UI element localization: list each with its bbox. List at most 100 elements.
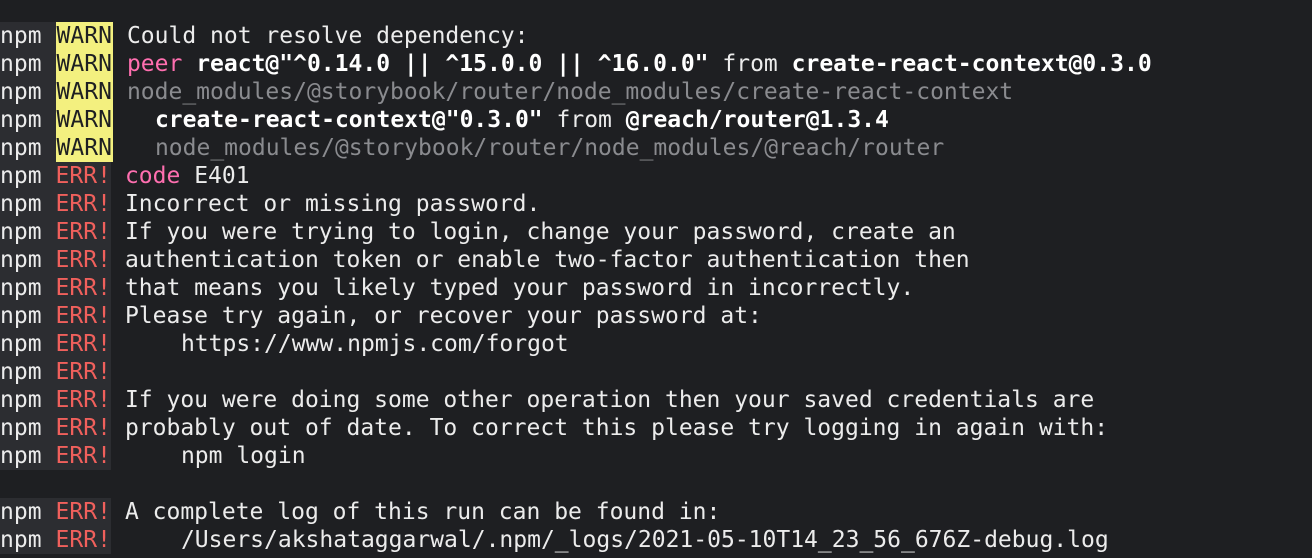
err-line: npm ERR! https://www.npmjs.com/forgot xyxy=(0,330,1312,358)
err-tag: ERR! xyxy=(55,219,111,245)
line-prefix: npm ERR! xyxy=(0,162,111,190)
log-path-line: /Users/akshataggarwal/.npm/_logs/2021-05… xyxy=(111,526,1109,554)
warn-line: npm WARN node_modules/@storybook/router/no… xyxy=(0,78,1312,106)
warn-line: npm WARN Could not resolve dependency: xyxy=(0,22,1312,50)
err-line: npm ERR! Please try again, or recover your… xyxy=(0,302,1312,330)
dependent-package: create-react-context@0.3.0 xyxy=(791,51,1152,77)
line-prefix: npm WARN xyxy=(0,78,113,106)
npm-label: npm xyxy=(0,51,42,77)
npm-label: npm xyxy=(0,23,42,49)
err-message: that means you likely typed your passwor… xyxy=(124,275,915,301)
err-tag: ERR! xyxy=(55,415,111,441)
line-prefix: npm ERR! xyxy=(0,218,111,246)
err-line: npm ERR! A complete log of this run can be… xyxy=(0,498,1312,526)
npm-label: npm xyxy=(0,527,42,553)
err-message: probably out of date. To correct this pl… xyxy=(124,415,1109,441)
module-path: node_modules/@storybook/router/node_modu… xyxy=(154,135,945,161)
dependent-package: @reach/router@1.3.4 xyxy=(625,107,889,133)
module-path-line: node_modules/@storybook/router/node_modu… xyxy=(113,134,944,162)
from-text: from xyxy=(708,51,792,77)
err-tag: ERR! xyxy=(55,247,111,273)
warn-tag: WARN xyxy=(55,22,113,50)
err-tag: ERR! xyxy=(55,303,111,329)
code-label: code xyxy=(124,163,181,189)
forgot-url-line: https://www.npmjs.com/forgot xyxy=(111,330,569,358)
warn-line: npm WARN peer react@"^0.14.0 || ^15.0.0 ||… xyxy=(0,50,1312,78)
npm-label: npm xyxy=(0,415,42,441)
npm-label: npm xyxy=(0,135,42,161)
npm-label: npm xyxy=(0,499,42,525)
line-prefix: npm WARN xyxy=(0,22,113,50)
err-line: npm ERR! code E401 xyxy=(0,162,1312,190)
line-prefix: npm WARN xyxy=(0,50,113,78)
dependency-package: create-react-context@"0.3.0" xyxy=(154,107,543,133)
login-cmd-line: npm login xyxy=(111,442,306,470)
warn-message: Could not resolve dependency: xyxy=(126,23,529,49)
log-message: A complete log of this run can be found … xyxy=(124,499,721,525)
peer-package: react@"^0.14.0 || ^15.0.0 || ^16.0.0" xyxy=(196,51,709,77)
npm-label: npm xyxy=(0,303,42,329)
forgot-password-url: https://www.npmjs.com/forgot xyxy=(180,331,569,357)
debug-log-path: /Users/akshataggarwal/.npm/_logs/2021-05… xyxy=(180,527,1109,553)
err-line: npm ERR! xyxy=(0,358,1312,386)
err-tag: ERR! xyxy=(55,163,111,189)
err-message: If you were trying to login, change your… xyxy=(124,219,956,245)
line-prefix: npm ERR! xyxy=(0,358,111,386)
line-prefix: npm ERR! xyxy=(0,190,111,218)
err-line: npm ERR! Incorrect or missing password. xyxy=(0,190,1312,218)
err-message: If you were doing some other operation t… xyxy=(124,387,1095,413)
err-line: npm ERR! npm login xyxy=(0,442,1312,470)
npm-label: npm xyxy=(0,191,42,217)
err-code-line: code E401 xyxy=(111,162,250,190)
line-prefix: npm ERR! xyxy=(0,246,111,274)
err-tag: ERR! xyxy=(55,331,111,357)
err-line: npm ERR! authentication token or enable tw… xyxy=(0,246,1312,274)
error-code: E401 xyxy=(194,163,250,189)
line-prefix: npm WARN xyxy=(0,106,113,134)
err-line: npm ERR! that means you likely typed your … xyxy=(0,274,1312,302)
npm-label: npm xyxy=(0,247,42,273)
warn-tag: WARN xyxy=(55,78,113,106)
warn-tag: WARN xyxy=(55,50,113,78)
npm-label: npm xyxy=(0,275,42,301)
err-message: Please try again, or recover your passwo… xyxy=(124,303,762,329)
from-text: from xyxy=(542,107,626,133)
line-prefix: npm WARN xyxy=(0,134,113,162)
err-line: npm ERR! probably out of date. To correct … xyxy=(0,414,1312,442)
npm-label: npm xyxy=(0,359,42,385)
line-prefix: npm ERR! xyxy=(0,330,111,358)
warn-dep-line: create-react-context@"0.3.0" from @reach… xyxy=(113,106,889,134)
line-prefix: npm ERR! xyxy=(0,526,111,554)
npm-label: npm xyxy=(0,387,42,413)
npm-label: npm xyxy=(0,443,42,469)
err-tag: ERR! xyxy=(55,387,111,413)
warn-line: npm WARN create-react-context@"0.3.0" from… xyxy=(0,106,1312,134)
warn-tag: WARN xyxy=(55,134,113,162)
npm-label: npm xyxy=(0,219,42,245)
line-prefix: npm ERR! xyxy=(0,274,111,302)
warn-peer-line: peer react@"^0.14.0 || ^15.0.0 || ^16.0.… xyxy=(113,50,1152,78)
line-prefix: npm ERR! xyxy=(0,302,111,330)
err-line: npm ERR! /Users/akshataggarwal/.npm/_logs/… xyxy=(0,526,1312,554)
err-tag: ERR! xyxy=(55,275,111,301)
line-prefix: npm ERR! xyxy=(0,498,111,526)
err-tag: ERR! xyxy=(55,527,111,553)
err-line: npm ERR! If you were doing some other oper… xyxy=(0,386,1312,414)
npm-label: npm xyxy=(0,79,42,105)
module-path: node_modules/@storybook/router/node_modu… xyxy=(126,79,1014,105)
npm-label: npm xyxy=(0,107,42,133)
err-line: npm ERR! If you were trying to login, chan… xyxy=(0,218,1312,246)
peer-label: peer xyxy=(126,51,183,77)
err-tag: ERR! xyxy=(55,191,111,217)
err-message: authentication token or enable two-facto… xyxy=(124,247,970,273)
line-prefix: npm ERR! xyxy=(0,442,111,470)
err-tag: ERR! xyxy=(55,359,111,385)
npm-label: npm xyxy=(0,331,42,357)
warn-tag: WARN xyxy=(55,106,113,134)
err-message: Incorrect or missing password. xyxy=(124,191,541,217)
line-prefix: npm ERR! xyxy=(0,414,111,442)
err-tag: ERR! xyxy=(55,443,111,469)
npm-login-command: npm login xyxy=(180,443,306,469)
warn-line: npm WARN node_modules/@storybook/router/no… xyxy=(0,134,1312,162)
